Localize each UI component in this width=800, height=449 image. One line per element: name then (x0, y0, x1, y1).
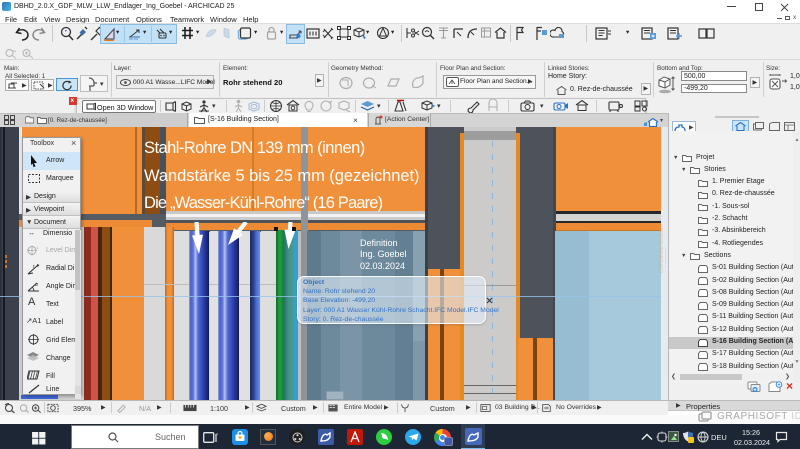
svg-text:r: r (33, 264, 35, 270)
svg-text:1.0: 1.0 (36, 245, 39, 250)
svg-text:α: α (35, 282, 38, 288)
